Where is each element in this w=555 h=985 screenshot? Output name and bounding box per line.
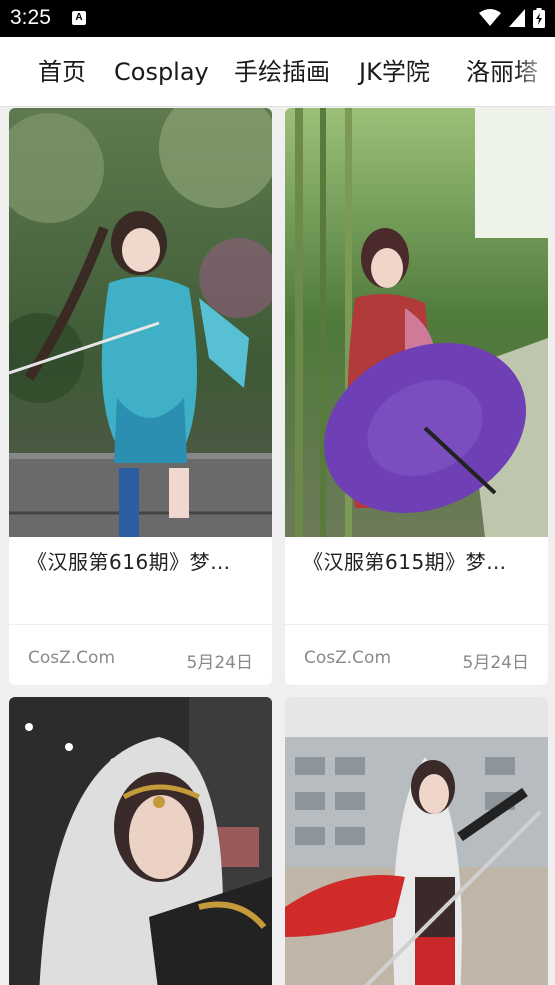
card-title[interactable]: 《汉服第615期》梦… [303,546,534,575]
card-source: CosZ.Com [28,648,116,668]
tab-fade-overlay [515,37,555,106]
feed-card[interactable]: 《汉服第615期》梦… CosZ.Com 5月24日 [285,108,548,685]
feed-card[interactable]: 《汉服第616期》梦… CosZ.Com 5月24日 [9,108,272,685]
battery-icon [533,8,545,28]
notification-a-icon: A [72,11,86,25]
tab-cosplay[interactable]: Cosplay [114,55,209,89]
tab-jk-academy[interactable]: JK学院 [359,55,430,89]
card-divider [9,624,272,625]
status-bar: 3:25 A [0,0,555,37]
status-icons [479,8,545,28]
category-tab-bar: 首页 Cosplay 手绘插画 JK学院 洛丽塔 [0,37,555,107]
card-image[interactable] [9,108,272,537]
card-source: CosZ.Com [304,648,392,668]
feed-card[interactable] [285,697,548,985]
card-image[interactable] [285,697,548,985]
cell-signal-icon [509,9,525,27]
feed-card[interactable] [9,697,272,985]
wifi-icon [479,9,501,26]
card-image[interactable] [9,697,272,985]
image-feed[interactable]: 《汉服第616期》梦… CosZ.Com 5月24日 《汉服第615期》梦… C… [0,108,555,985]
card-date: 5月24日 [462,653,529,673]
card-date: 5月24日 [186,653,253,673]
card-divider [285,624,548,625]
card-image[interactable] [285,108,548,537]
tab-hand-drawn[interactable]: 手绘插画 [234,55,330,89]
status-time: 3:25 [10,6,51,29]
tab-home[interactable]: 首页 [38,55,86,89]
card-title[interactable]: 《汉服第616期》梦… [27,546,258,575]
